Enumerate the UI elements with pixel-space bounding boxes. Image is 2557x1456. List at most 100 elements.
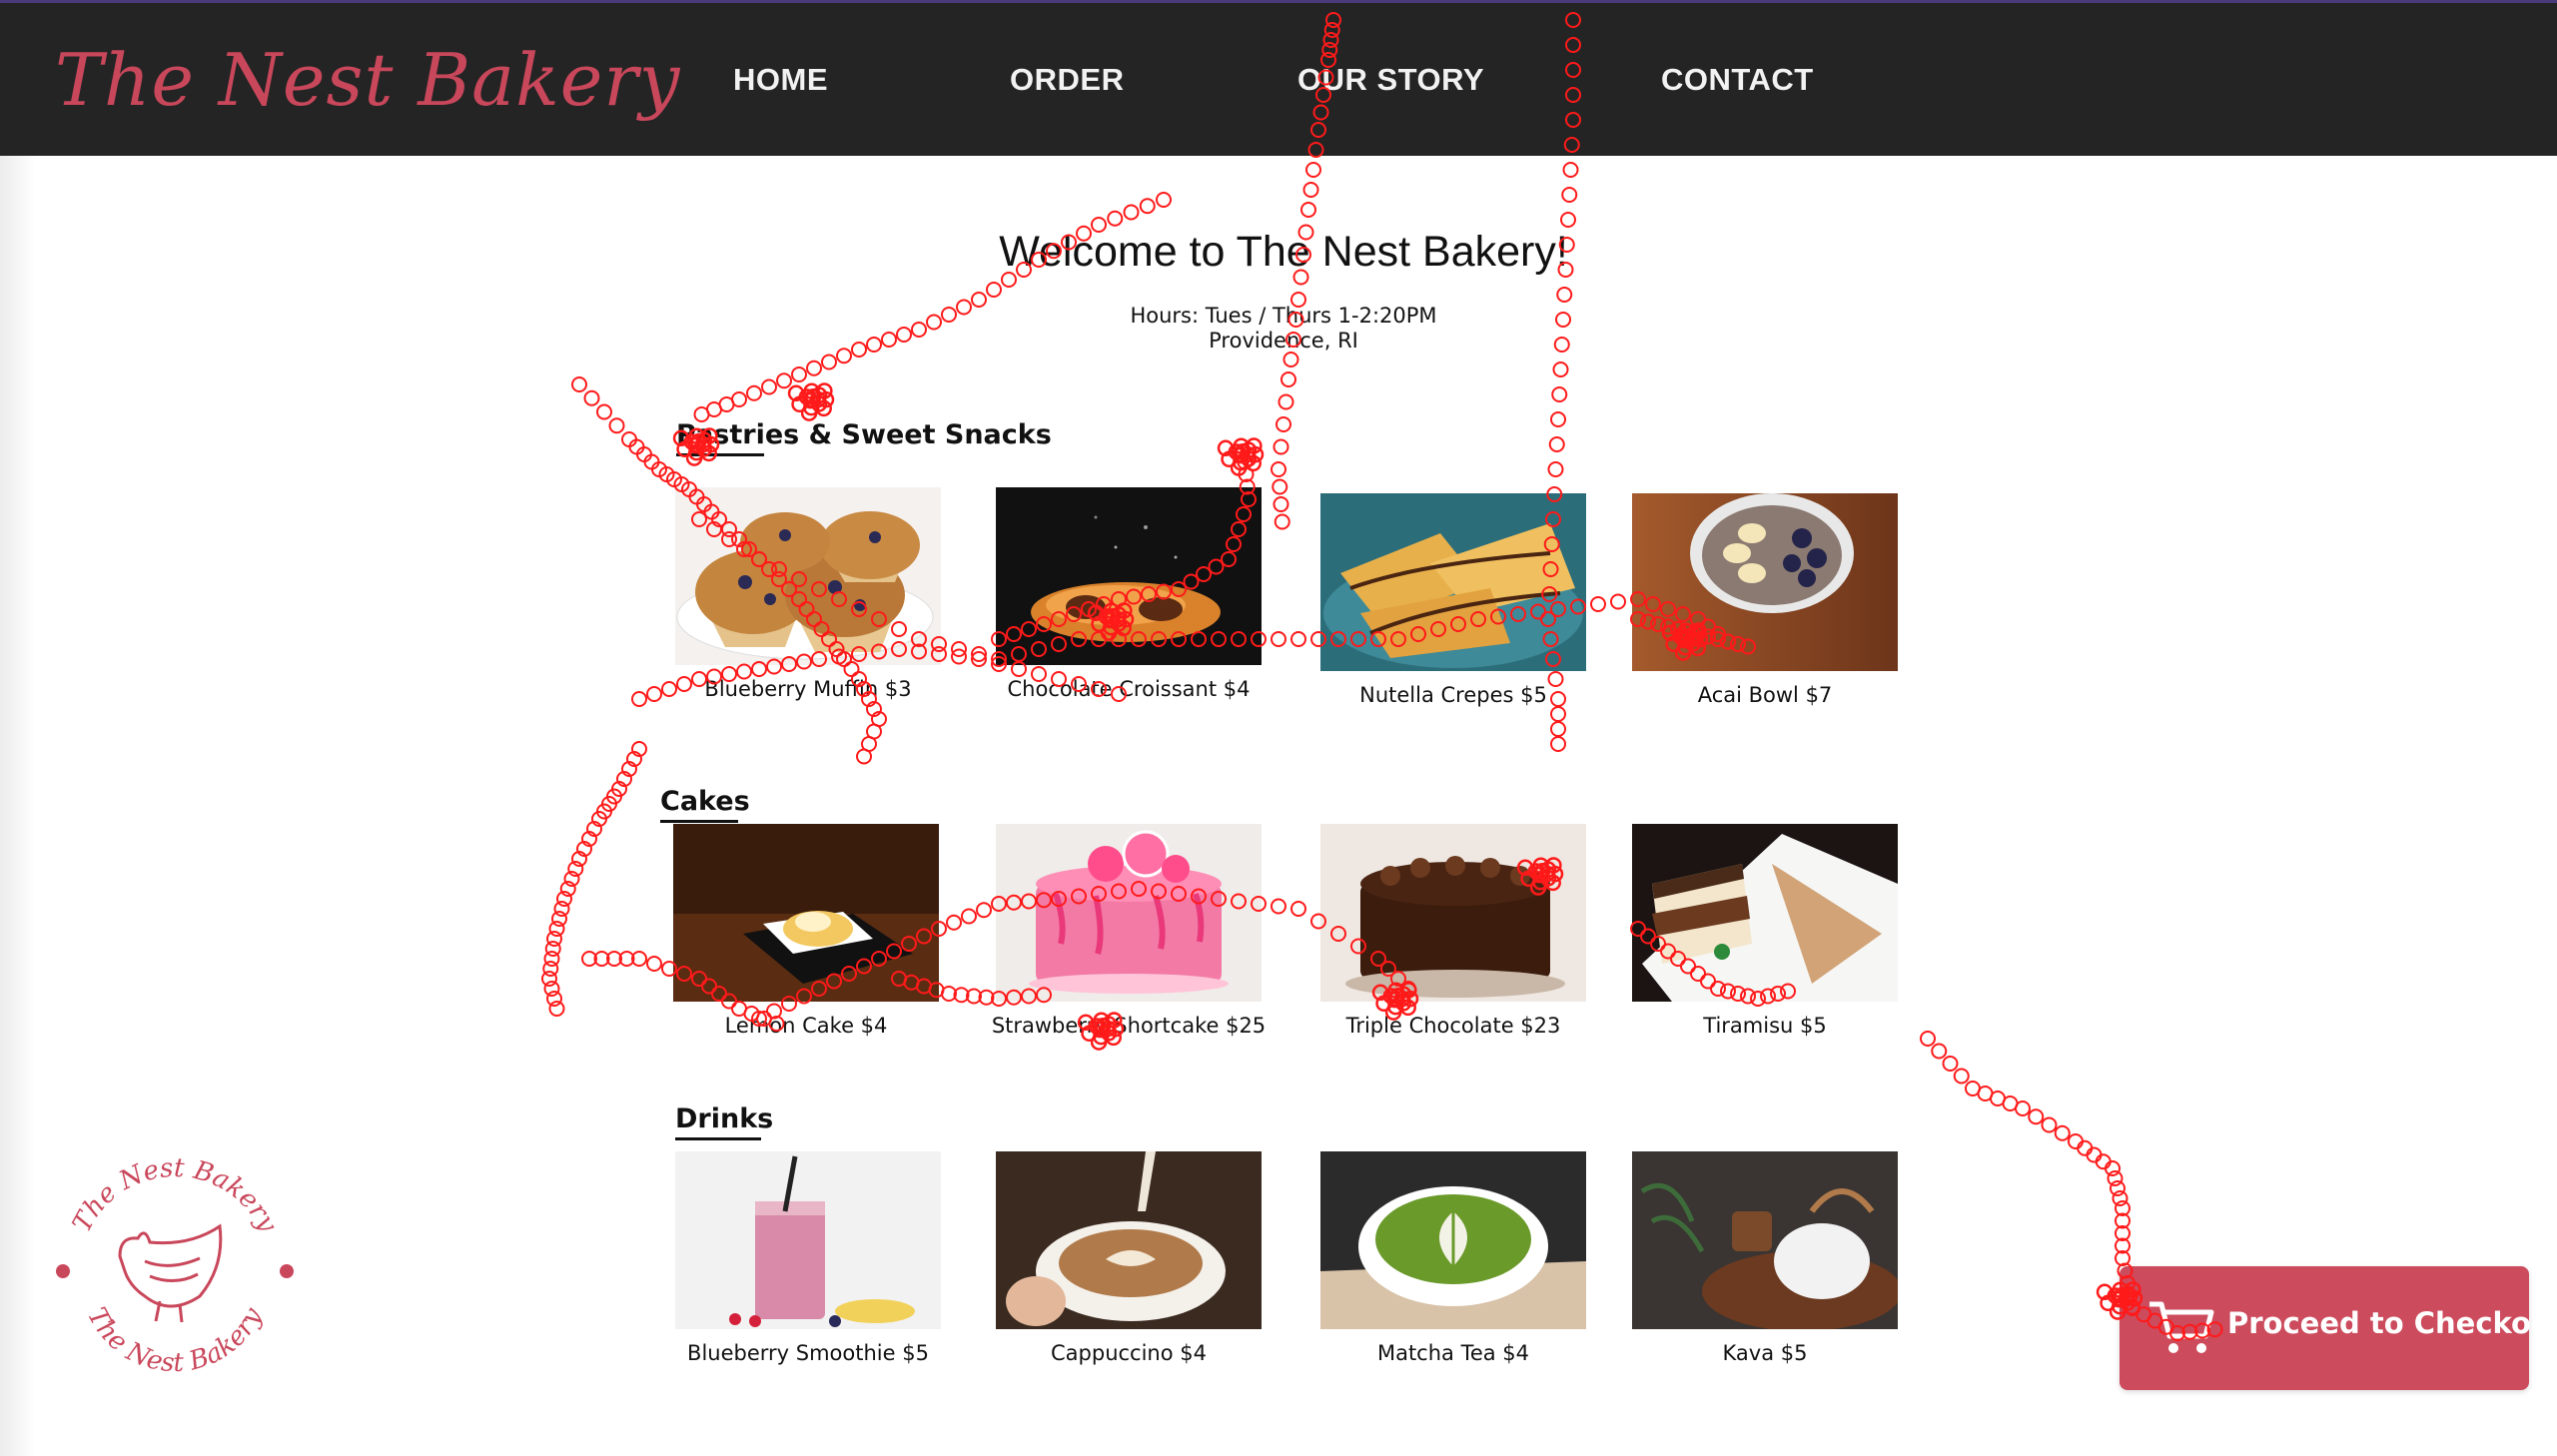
item-caption: Tiramisu $5 — [1703, 1014, 1827, 1038]
strawberry-shortcake-image[interactable] — [996, 824, 1262, 1002]
trail-marker — [1271, 631, 1286, 647]
lemon-cake-image[interactable] — [673, 824, 939, 1002]
item-caption: Lemon Cake $4 — [724, 1014, 888, 1038]
brand-logo[interactable]: The Nest Bakery — [55, 30, 680, 130]
trail-marker — [1300, 202, 1316, 218]
cappuccino-image[interactable] — [996, 1151, 1262, 1329]
nav-order[interactable]: ORDER — [1010, 58, 1124, 102]
item-caption: Strawberry Shortcake $25 — [991, 1014, 1267, 1038]
trail-marker — [1550, 721, 1566, 737]
item-caption: Blueberry Muffin $3 — [704, 677, 912, 701]
trail-marker — [971, 646, 987, 662]
trail-marker — [1305, 162, 1321, 178]
trail-marker — [1237, 453, 1254, 470]
trail-marker — [2115, 1212, 2131, 1229]
trail-marker — [616, 771, 632, 787]
trail-marker — [1239, 445, 1257, 463]
trail-marker — [2115, 1225, 2131, 1241]
blueberry-muffin-image[interactable] — [675, 487, 941, 665]
trail-marker — [606, 788, 622, 805]
trail-marker — [817, 390, 835, 408]
trail-marker — [2115, 1250, 2131, 1266]
trail-marker — [2086, 1146, 2103, 1163]
section-title-cakes: Cakes — [660, 786, 750, 823]
section-underline — [675, 1137, 761, 1140]
trail-marker — [1233, 453, 1250, 471]
trail-marker — [1271, 461, 1286, 477]
trail-marker — [1230, 459, 1248, 476]
trail-marker — [953, 987, 970, 1004]
nav-our-story[interactable]: OUR STORY — [1297, 58, 1484, 102]
trail-marker — [976, 902, 992, 919]
trail-marker — [961, 908, 977, 925]
trail-marker — [1552, 362, 1569, 377]
trail-marker — [1139, 198, 1156, 215]
trail-marker — [601, 796, 617, 812]
trail-marker — [806, 360, 822, 376]
blueberry-smoothie-image[interactable] — [675, 1151, 941, 1329]
trail-marker — [2054, 1124, 2071, 1141]
trail-marker — [791, 395, 808, 413]
trail-marker — [966, 988, 982, 1005]
trail-marker — [815, 399, 832, 417]
trail-marker — [1290, 901, 1306, 917]
trail-marker — [776, 372, 792, 389]
hours-text: Hours: Tues / Thurs 1-2:20PM — [1130, 304, 1437, 328]
trail-marker — [2015, 1100, 2031, 1116]
trail-marker — [866, 701, 882, 717]
trail-marker — [666, 471, 682, 487]
trail-marker — [2096, 1283, 2114, 1301]
trail-marker — [866, 723, 882, 740]
trail-marker — [543, 951, 560, 967]
nav-contact[interactable]: CONTACT — [1661, 58, 1814, 102]
trail-marker — [2112, 1190, 2129, 1206]
trail-marker — [856, 748, 872, 765]
trail-marker — [591, 811, 607, 827]
trail-marker — [1228, 443, 1246, 460]
chocolate-croissant-image[interactable] — [996, 487, 1262, 665]
trail-marker — [1278, 393, 1294, 410]
trail-marker — [593, 951, 610, 967]
trail-marker — [1977, 1086, 1994, 1101]
section-underline — [676, 453, 764, 456]
trail-marker — [1240, 450, 1258, 467]
trail-marker — [1290, 631, 1306, 647]
trail-marker — [546, 991, 562, 1007]
nav-home[interactable]: HOME — [733, 58, 828, 102]
trail-marker — [986, 282, 1002, 298]
trail-marker — [1107, 210, 1124, 227]
tiramisu-image[interactable] — [1632, 824, 1898, 1002]
trail-marker — [1217, 439, 1235, 457]
trail-marker — [621, 431, 637, 447]
trail-marker — [1273, 438, 1289, 455]
kava-image[interactable] — [1632, 1151, 1898, 1329]
matcha-tea-image[interactable] — [1320, 1151, 1586, 1329]
trail-marker — [1550, 736, 1566, 752]
trail-marker — [1560, 212, 1576, 228]
item-caption: Nutella Crepes $5 — [1359, 683, 1547, 707]
trail-marker — [1547, 461, 1564, 477]
welcome-heading: Welcome to The Nest Bakery! — [999, 228, 1568, 276]
svg-text:The Nest Bakery: The Nest Bakery — [67, 1153, 283, 1237]
proceed-to-checkout-button[interactable]: Proceed to Checkout — [2120, 1266, 2557, 1390]
trail-marker — [626, 751, 642, 767]
section-title-drinks: Drinks — [675, 1103, 773, 1140]
trail-marker — [2095, 1153, 2112, 1170]
trail-marker — [1123, 204, 1140, 221]
acai-bowl-image[interactable] — [1632, 493, 1898, 671]
trail-marker — [611, 781, 627, 797]
nutella-crepes-image[interactable] — [1320, 493, 1586, 671]
trail-marker — [1302, 182, 1319, 198]
trail-marker — [1273, 496, 1289, 512]
trail-marker — [761, 378, 777, 395]
trail-marker — [731, 391, 747, 407]
trail-marker — [1942, 1056, 1959, 1072]
trail-marker — [718, 396, 735, 412]
trail-marker — [810, 395, 828, 412]
trail-marker — [787, 384, 805, 402]
hen-logo-stamp: The Nest Bakery The Nest Bakery — [56, 1153, 294, 1378]
triple-chocolate-image[interactable] — [1320, 824, 1586, 1002]
trail-marker — [1556, 287, 1573, 303]
trail-marker — [567, 861, 584, 877]
trail-marker — [1234, 443, 1252, 460]
